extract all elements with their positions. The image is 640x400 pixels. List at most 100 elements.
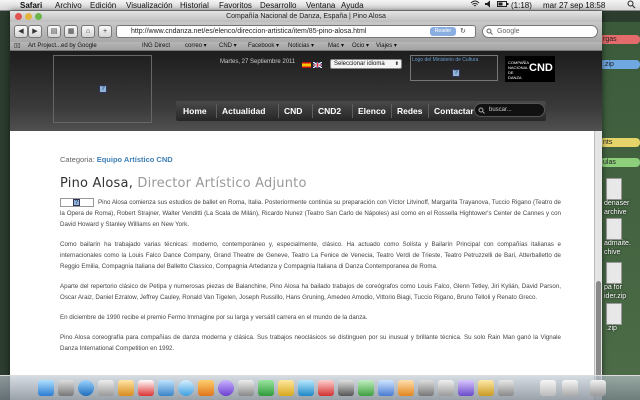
- window-titlebar[interactable]: Compañía Nacional de Danza, España | Pin…: [10, 11, 602, 22]
- app-icon[interactable]: [318, 380, 334, 396]
- app-icon[interactable]: [278, 380, 294, 396]
- wifi-icon[interactable]: [470, 0, 480, 11]
- app-icon[interactable]: [378, 380, 394, 396]
- desktop-file-label[interactable]: chive: [604, 249, 620, 256]
- desktop-file-label[interactable]: archive: [604, 209, 627, 216]
- page-scrollbar[interactable]: [594, 131, 602, 400]
- search-field[interactable]: Google: [482, 25, 598, 38]
- desktop-file-label[interactable]: pa for: [604, 284, 622, 291]
- desktop-tag-green[interactable]: ulas: [600, 158, 640, 167]
- bookmark-item[interactable]: Ocio ▾: [352, 42, 369, 51]
- category-label: Categoria:: [60, 155, 95, 164]
- spain-flag-icon[interactable]: [302, 62, 311, 68]
- add-bookmark-button[interactable]: +: [98, 25, 112, 38]
- reading-list-icon[interactable]: ▯▯: [14, 42, 21, 51]
- dashboard-icon[interactable]: [58, 380, 74, 396]
- itunes-icon[interactable]: [178, 380, 194, 396]
- downloads-stack-icon[interactable]: [540, 380, 556, 396]
- close-button[interactable]: [15, 13, 22, 20]
- nav-elenco[interactable]: Elenco: [358, 101, 386, 121]
- menu-visualizacion[interactable]: Visualización: [126, 0, 173, 11]
- menu-ayuda[interactable]: Ayuda: [341, 0, 364, 11]
- skype-icon[interactable]: [298, 380, 314, 396]
- back-button[interactable]: ◀: [14, 25, 28, 38]
- forward-button[interactable]: ▶: [28, 25, 42, 38]
- bookmark-item[interactable]: Mac ▾: [328, 42, 344, 51]
- app-icon[interactable]: [478, 380, 494, 396]
- topsites-icon[interactable]: ▦: [64, 25, 78, 38]
- iphoto-icon[interactable]: [198, 380, 214, 396]
- battery-icon[interactable]: [497, 0, 509, 11]
- nav-contactar[interactable]: Contactar: [434, 101, 474, 121]
- app-icon[interactable]: [398, 380, 414, 396]
- desktop-file-label[interactable]: denaser: [604, 200, 629, 207]
- zoom-button[interactable]: [35, 13, 42, 20]
- desktop-tag-blue[interactable]: .zip: [600, 60, 640, 69]
- home-icon[interactable]: ⌂: [81, 25, 95, 38]
- site-logo-placeholder[interactable]: ?: [53, 55, 152, 123]
- nav-cnd2[interactable]: CND2: [318, 101, 341, 121]
- scrollbar-thumb[interactable]: [596, 281, 601, 381]
- nav-redes[interactable]: Redes: [397, 101, 423, 121]
- app-icon[interactable]: [438, 380, 454, 396]
- nav-home[interactable]: Home: [183, 101, 207, 121]
- preview-icon[interactable]: [158, 380, 174, 396]
- url-field[interactable]: http://www.cndanza.net/es/elenco/direcci…: [116, 25, 476, 38]
- reader-button[interactable]: Reader: [430, 27, 456, 36]
- safari-icon[interactable]: [78, 380, 94, 396]
- mail-icon[interactable]: [98, 380, 114, 396]
- print-icon[interactable]: ▤: [47, 25, 61, 38]
- menu-clock[interactable]: mar 27 sep 18:58: [543, 0, 605, 11]
- nav-actualidad[interactable]: Actualidad: [222, 101, 265, 121]
- category-link[interactable]: Equipo Artístico CND: [97, 155, 173, 164]
- documents-stack-icon[interactable]: [562, 380, 578, 396]
- file-icon[interactable]: [606, 262, 622, 284]
- zip-icon[interactable]: [606, 303, 622, 325]
- menu-desarrollo[interactable]: Desarrollo: [260, 0, 296, 11]
- trash-icon[interactable]: [590, 380, 606, 396]
- spotlight-icon[interactable]: [627, 0, 636, 12]
- bookmark-item[interactable]: Facebook ▾: [248, 42, 279, 51]
- app-icon[interactable]: [258, 380, 274, 396]
- menu-historial[interactable]: Historial: [180, 0, 209, 11]
- utility-icon[interactable]: [238, 380, 254, 396]
- finder-icon[interactable]: [38, 380, 54, 396]
- bookmark-item[interactable]: CND ▾: [219, 42, 237, 51]
- minimize-button[interactable]: [25, 13, 32, 20]
- desktop-file-label[interactable]: ider.zip: [604, 293, 626, 300]
- address-book-icon[interactable]: [118, 380, 134, 396]
- bookmark-item[interactable]: ING Direct: [142, 42, 170, 51]
- bookmark-item[interactable]: Art Project...ed by Google: [28, 42, 97, 51]
- desktop-file-label[interactable]: .zip: [606, 325, 617, 332]
- site-search-placeholder: buscar...: [489, 107, 512, 113]
- volume-icon[interactable]: [484, 0, 494, 11]
- desktop-file-label[interactable]: admaite.: [604, 240, 631, 247]
- system-preferences-icon[interactable]: [418, 380, 434, 396]
- reload-icon[interactable]: ↻: [460, 27, 466, 35]
- bookmark-item[interactable]: correo ▾: [185, 42, 207, 51]
- nav-cnd[interactable]: CND: [284, 101, 302, 121]
- cnd-logo[interactable]: COMPAÑÍA NACIONAL DE DANZA CND: [505, 56, 555, 82]
- menu-archivo[interactable]: Archivo: [55, 0, 82, 11]
- language-select[interactable]: Seleccionar idioma ⬍: [330, 59, 402, 69]
- bookmark-item[interactable]: Viajes ▾: [376, 42, 397, 51]
- article-body: ? Pino Alosa comienza sus estudios de bal…: [60, 197, 561, 363]
- uk-flag-icon[interactable]: [313, 62, 322, 68]
- file-icon[interactable]: [606, 218, 622, 240]
- ical-icon[interactable]: [138, 380, 154, 396]
- app-icon[interactable]: [458, 380, 474, 396]
- desktop-tag-red[interactable]: rgas: [600, 35, 640, 44]
- battery-time: (1:18): [511, 1, 532, 10]
- terminal-icon[interactable]: [338, 380, 354, 396]
- file-icon[interactable]: [606, 178, 622, 200]
- imovie-icon[interactable]: [218, 380, 234, 396]
- menu-ventana[interactable]: Ventana: [306, 0, 335, 11]
- menu-edicion[interactable]: Edición: [90, 0, 116, 11]
- desktop-tag-yellow[interactable]: nts: [600, 138, 640, 147]
- app-icon[interactable]: [358, 380, 374, 396]
- menu-app-name[interactable]: Safari: [20, 0, 42, 11]
- bookmark-item[interactable]: Noticias ▾: [288, 42, 314, 51]
- app-icon[interactable]: [498, 380, 514, 396]
- ministry-link[interactable]: Logo del Ministerio de Cultura: [412, 57, 478, 63]
- menu-favoritos[interactable]: Favoritos: [219, 0, 252, 11]
